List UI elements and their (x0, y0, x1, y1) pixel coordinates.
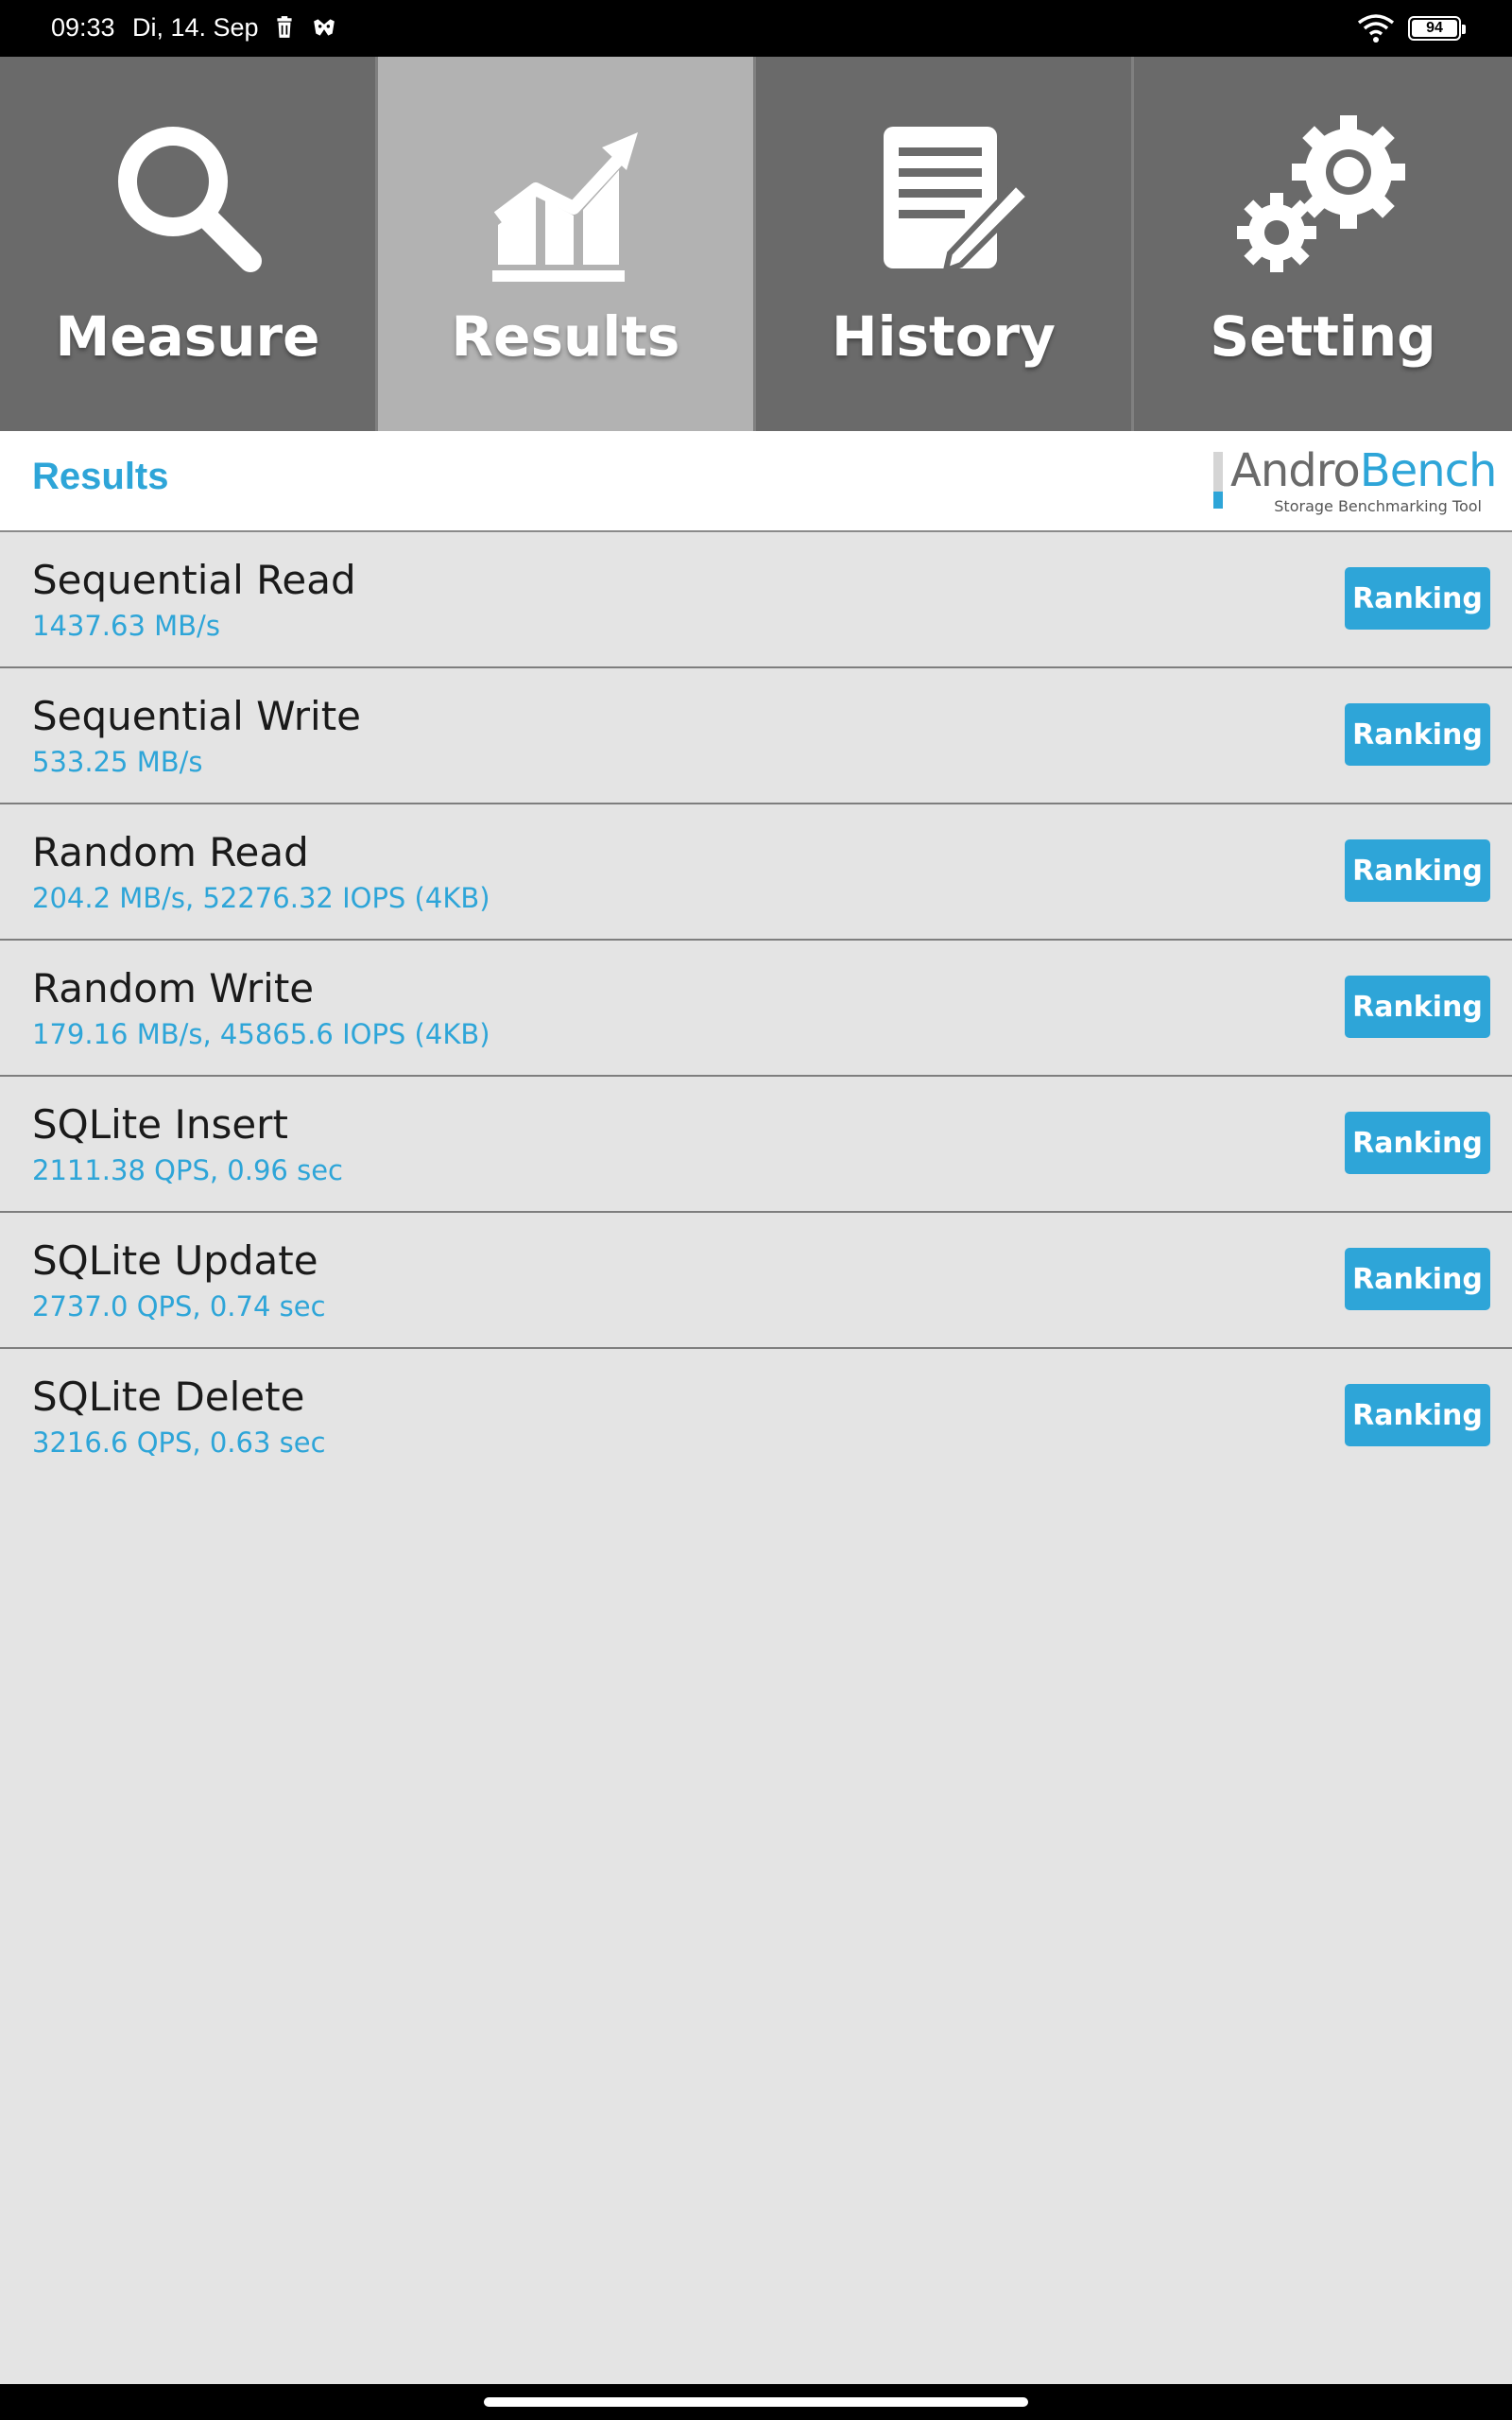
battery-icon: 94 (1408, 16, 1466, 41)
result-title: SQLite Delete (32, 1374, 305, 1420)
result-row-sequential-read: Sequential Read 1437.63 MB/s Ranking (0, 532, 1512, 668)
chart-icon (492, 132, 638, 282)
result-title: SQLite Insert (32, 1101, 288, 1148)
battery-level: 94 (1426, 20, 1443, 36)
mask-icon (314, 19, 335, 36)
gears-icon (1237, 115, 1405, 272)
logo-subtitle: Storage Benchmarking Tool (1274, 497, 1482, 515)
ranking-button[interactable]: Ranking (1345, 1384, 1490, 1446)
result-row-sequential-write: Sequential Write 533.25 MB/s Ranking (0, 668, 1512, 804)
result-row-sqlite-insert: SQLite Insert 2111.38 QPS, 0.96 sec Rank… (0, 1077, 1512, 1213)
result-row-sqlite-update: SQLite Update 2737.0 QPS, 0.74 sec Ranki… (0, 1213, 1512, 1349)
result-value: 2737.0 QPS, 0.74 sec (32, 1290, 326, 1322)
result-title: Sequential Write (32, 693, 362, 739)
result-value: 1437.63 MB/s (32, 610, 220, 642)
status-bar: 09:33 Di, 14. Sep 94 (0, 0, 1512, 57)
logo-bar (1213, 452, 1223, 492)
wifi-icon (1357, 14, 1395, 43)
result-value: 533.25 MB/s (32, 746, 203, 778)
androbench-logo: AndroBench Storage Benchmarking Tool (1211, 444, 1497, 516)
result-row-random-write: Random Write 179.16 MB/s, 45865.6 IOPS (… (0, 941, 1512, 1077)
tab-label: Results (451, 304, 680, 369)
results-list: Sequential Read 1437.63 MB/s Ranking Seq… (0, 532, 1512, 1485)
status-date: Di, 14. Sep (132, 13, 259, 42)
result-row-random-read: Random Read 204.2 MB/s, 52276.32 IOPS (4… (0, 804, 1512, 941)
ranking-button[interactable]: Ranking (1345, 703, 1490, 766)
tab-setting[interactable]: Setting (1134, 57, 1512, 431)
result-value: 3216.6 QPS, 0.63 sec (32, 1426, 326, 1459)
tab-results[interactable]: Results (378, 57, 756, 431)
status-time: 09:33 (51, 13, 115, 42)
ranking-button[interactable]: Ranking (1345, 567, 1490, 630)
result-title: Sequential Read (32, 557, 356, 603)
tab-bar: Measure Results History Setting (0, 57, 1512, 431)
tab-label: Measure (55, 304, 320, 369)
result-value: 179.16 MB/s, 45865.6 IOPS (4KB) (32, 1018, 490, 1050)
ranking-button[interactable]: Ranking (1345, 839, 1490, 902)
home-indicator[interactable] (484, 2397, 1028, 2407)
logo-bar-accent (1213, 492, 1223, 509)
results-header: Results AndroBench Storage Benchmarking … (0, 431, 1512, 532)
ranking-button[interactable]: Ranking (1345, 976, 1490, 1038)
logo-bench: Bench (1359, 444, 1498, 497)
tab-measure[interactable]: Measure (0, 57, 378, 431)
result-title: Random Write (32, 965, 315, 1011)
result-title: SQLite Update (32, 1237, 318, 1284)
trash-icon (277, 16, 292, 38)
navigation-bar (0, 2384, 1512, 2420)
result-value: 204.2 MB/s, 52276.32 IOPS (4KB) (32, 882, 490, 914)
result-value: 2111.38 QPS, 0.96 sec (32, 1154, 343, 1186)
logo-andro: Andro (1230, 444, 1361, 497)
tab-history[interactable]: History (756, 57, 1134, 431)
tab-label: Setting (1210, 304, 1436, 369)
ranking-button[interactable]: Ranking (1345, 1112, 1490, 1174)
tab-label: History (832, 304, 1056, 369)
page-title: Results (32, 456, 169, 497)
ranking-button[interactable]: Ranking (1345, 1248, 1490, 1310)
document-pen-icon (884, 127, 1034, 275)
magnifier-icon (118, 127, 262, 272)
result-title: Random Read (32, 829, 309, 875)
logo-text: AndroBench (1230, 444, 1498, 497)
result-row-sqlite-delete: SQLite Delete 3216.6 QPS, 0.63 sec Ranki… (0, 1349, 1512, 1485)
